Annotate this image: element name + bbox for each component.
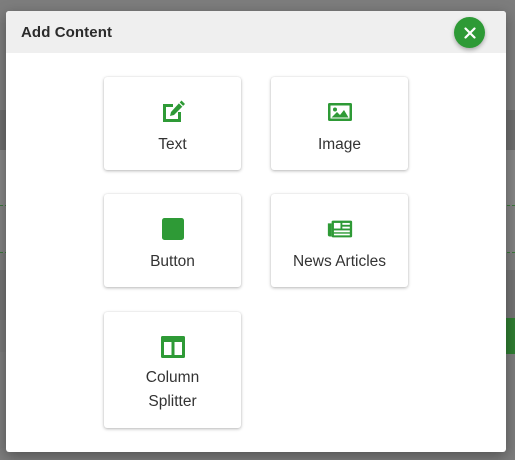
tile-label: Image: [317, 136, 362, 153]
close-button[interactable]: [454, 17, 485, 48]
tile-label: Button: [150, 253, 195, 270]
button-tile[interactable]: Button: [104, 194, 241, 287]
button-icon: [159, 215, 187, 243]
text-tile[interactable]: Text: [104, 77, 241, 170]
tile-label: News Articles: [292, 253, 387, 270]
newspaper-icon: [326, 215, 354, 243]
dialog-header: Add Content: [6, 11, 506, 53]
image-tile[interactable]: Image: [271, 77, 408, 170]
tile-label: Text: [158, 136, 187, 153]
image-icon: [326, 98, 354, 126]
column-splitter-tile[interactable]: Column Splitter: [104, 312, 241, 428]
news-articles-tile[interactable]: News Articles: [271, 194, 408, 287]
tile-label: Column Splitter: [145, 369, 200, 410]
columns-icon: [159, 333, 187, 361]
add-content-dialog: Add Content Text Image Button News Artic…: [6, 11, 506, 452]
edit-icon: [159, 98, 187, 126]
close-icon: [463, 26, 476, 39]
dialog-title: Add Content: [21, 24, 113, 41]
